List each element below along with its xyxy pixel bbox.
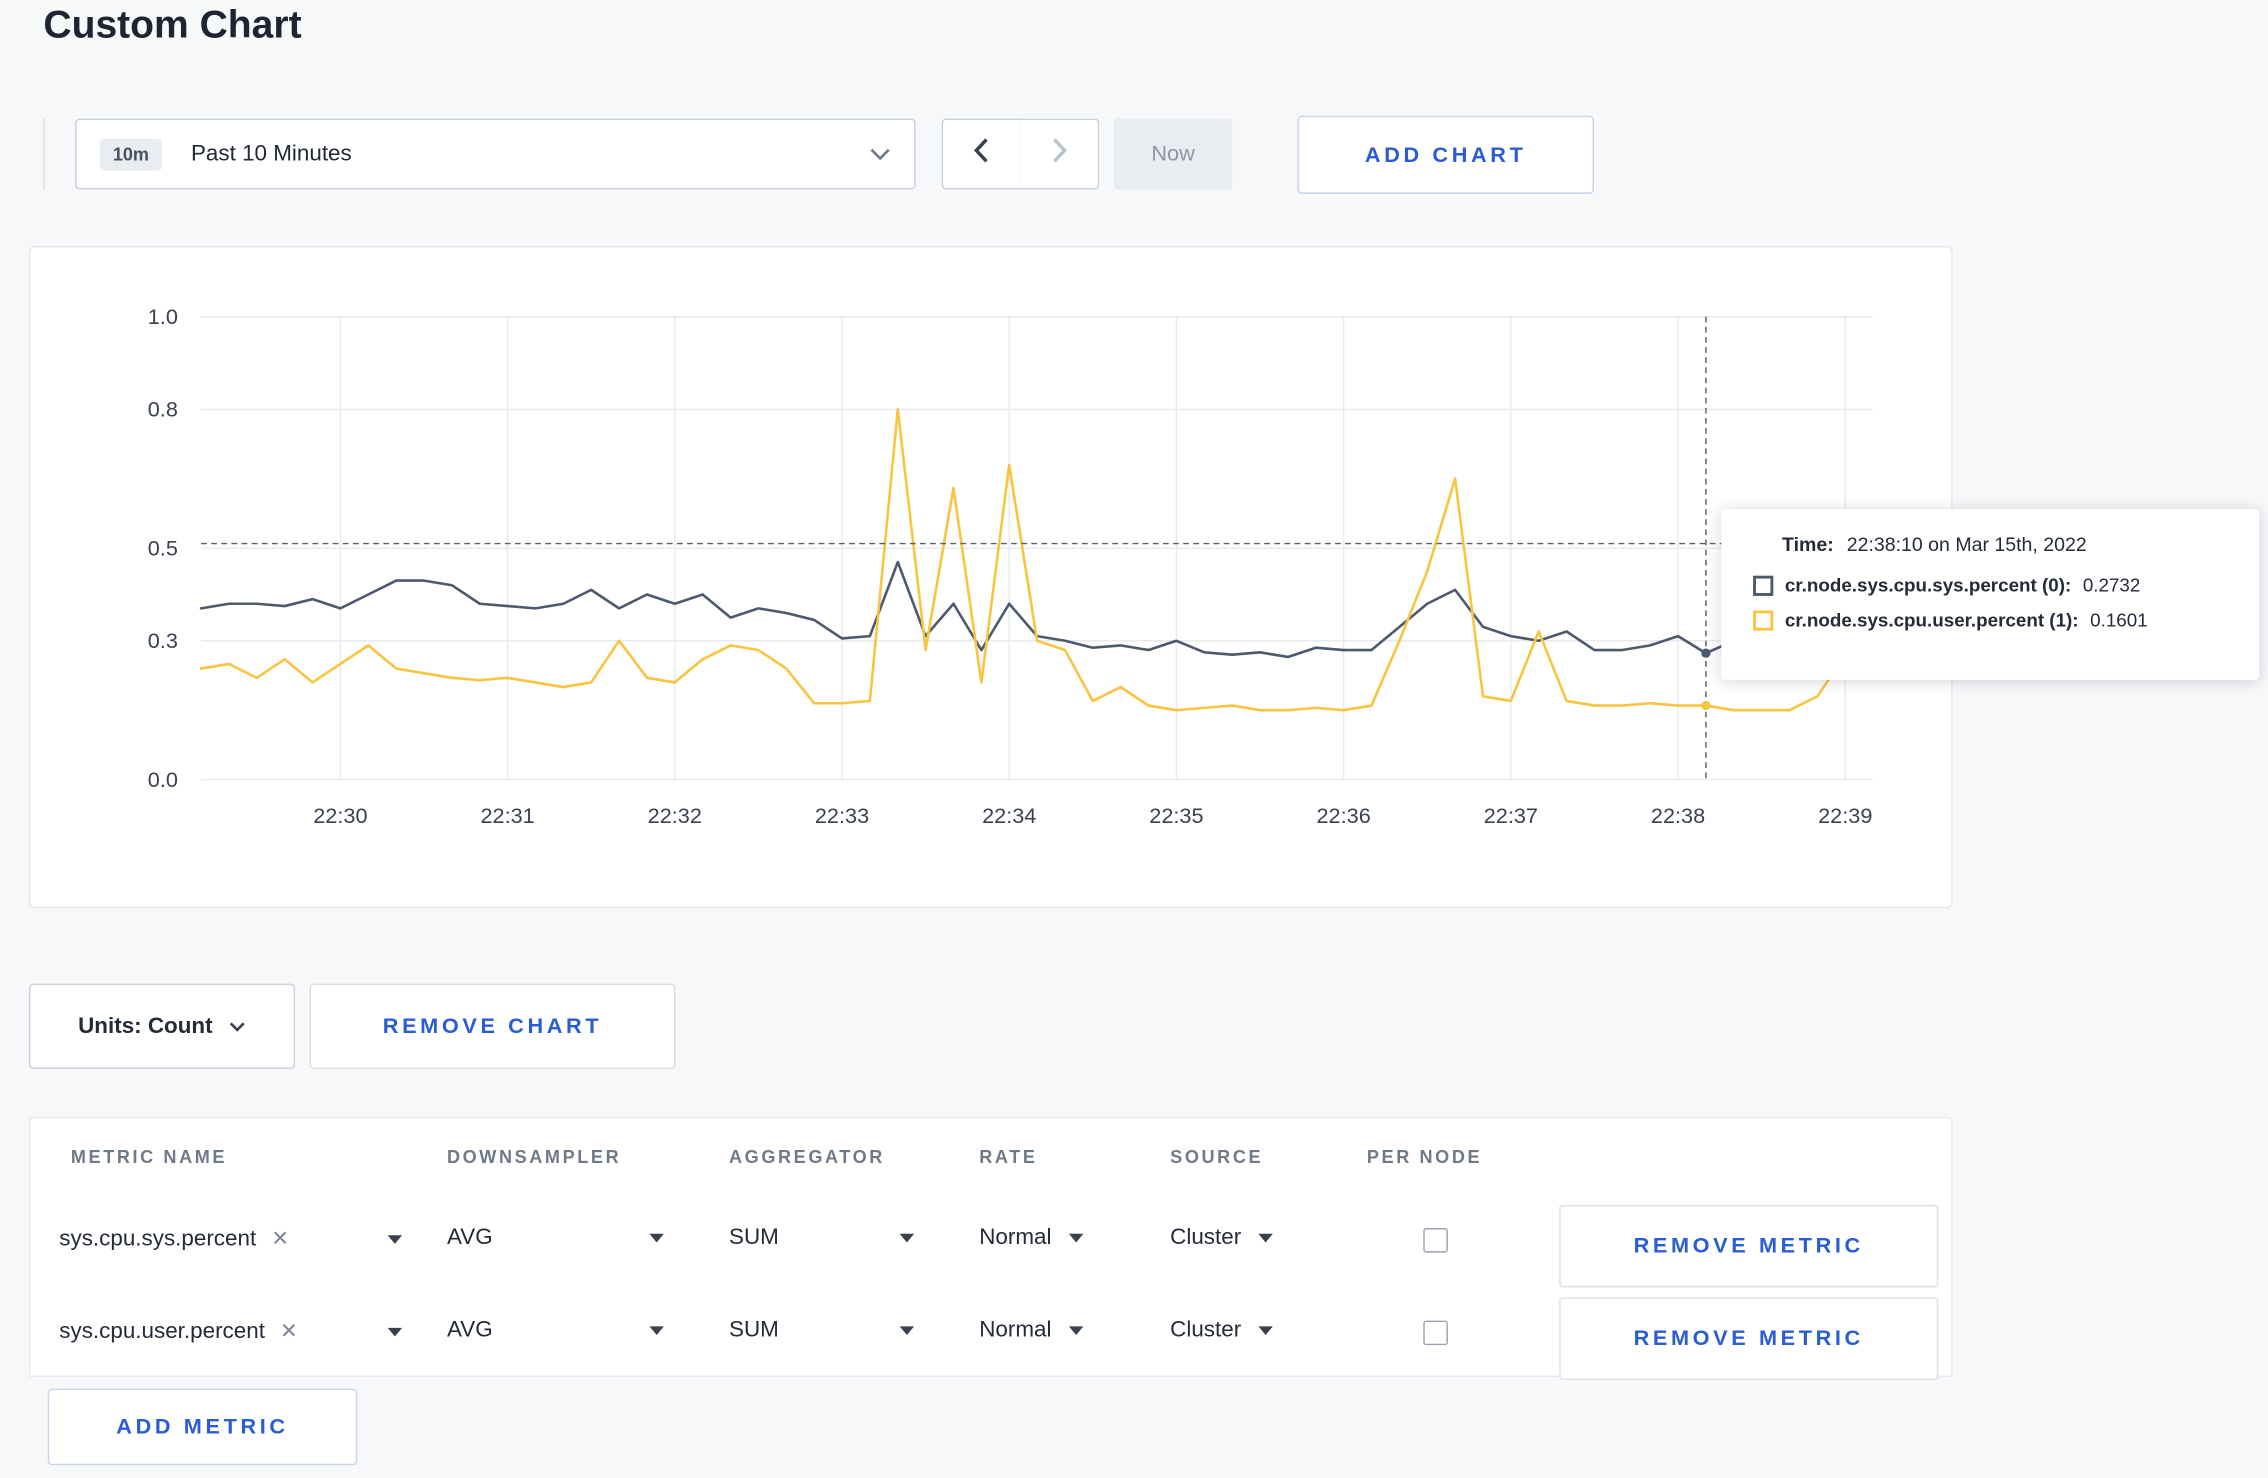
page-title: Custom Chart (43, 2, 302, 47)
next-time-button[interactable] (1019, 118, 1100, 190)
units-select[interactable]: Units: Count (28, 983, 296, 1069)
svg-text:22:31: 22:31 (480, 803, 534, 828)
remove-metric-button[interactable]: REMOVE METRIC (1559, 1297, 1939, 1380)
chevron-down-icon (649, 1233, 664, 1243)
rate-select[interactable]: Normal (979, 1225, 1084, 1251)
chart-tooltip: Time: 22:38:10 on Mar 15th, 2022 cr.node.… (1721, 509, 2260, 680)
time-range-label: Past 10 Minutes (190, 141, 352, 166)
metric-name-select[interactable]: sys.cpu.user.percent × (59, 1318, 421, 1345)
column-header-metric-name: METRIC NAME (70, 1147, 228, 1168)
source-select[interactable]: Cluster (1170, 1317, 1274, 1344)
aggregator-select[interactable]: SUM (729, 1317, 915, 1344)
tooltip-series-value: 0.1601 (2090, 608, 2148, 631)
metric-name-value: sys.cpu.user.percent (59, 1318, 265, 1344)
chevron-down-icon (1068, 1326, 1084, 1336)
tooltip-time-row: Time: 22:38:10 on Mar 15th, 2022 (1782, 534, 2239, 556)
chevron-down-icon (1068, 1233, 1084, 1243)
source-value: Cluster (1170, 1225, 1242, 1250)
source-select[interactable]: Cluster (1170, 1225, 1274, 1251)
column-header-downsampler: DOWNSAMPLER (446, 1147, 622, 1168)
chevron-down-icon (899, 1233, 915, 1243)
aggregator-value: SUM (729, 1225, 779, 1250)
chevron-down-icon (869, 141, 891, 167)
tooltip-time-label: Time: (1782, 533, 1834, 556)
chevron-down-icon (387, 1234, 403, 1244)
tooltip-time-value: 22:38:10 on Mar 15th, 2022 (1846, 533, 2087, 556)
metric-name-value: sys.cpu.sys.percent (59, 1225, 257, 1251)
tooltip-series-row: cr.node.sys.cpu.user.percent (1): 0.1601 (1753, 609, 2239, 631)
chevron-down-icon (649, 1326, 664, 1336)
svg-text:0.0: 0.0 (148, 767, 178, 792)
chart-card: 0.0 0.3 0.5 0.8 1.0 22:30 22:31 22:32 22:33 22:34… (28, 245, 1953, 909)
svg-text:0.8: 0.8 (148, 397, 178, 422)
chevron-down-icon (1258, 1326, 1274, 1336)
metrics-table: METRIC NAME DOWNSAMPLER AGGREGATOR RATE … (28, 1116, 1953, 1380)
aggregator-value: SUM (729, 1317, 779, 1343)
series-swatch-icon (1753, 574, 1774, 596)
column-header-source: SOURCE (1170, 1147, 1264, 1168)
tooltip-series-label: cr.node.sys.cpu.sys.percent (0): (1784, 574, 2072, 596)
clear-icon[interactable]: × (272, 1225, 288, 1252)
cpu-line-chart[interactable]: 0.0 0.3 0.5 0.8 1.0 22:30 22:31 22:32 22:33 22:34… (30, 247, 1951, 907)
now-button[interactable]: Now (1113, 118, 1233, 190)
column-header-per-node: PER NODE (1366, 1147, 1483, 1168)
svg-text:22:34: 22:34 (982, 803, 1036, 828)
time-range-badge: 10m (99, 138, 163, 170)
prev-time-button[interactable] (941, 118, 1022, 190)
downsampler-value: AVG (446, 1225, 493, 1250)
rate-value: Normal (979, 1225, 1052, 1250)
svg-text:22:36: 22:36 (1316, 803, 1370, 828)
chevron-down-icon (1258, 1233, 1274, 1243)
svg-text:22:38: 22:38 (1651, 803, 1705, 828)
chevron-right-icon (1051, 137, 1067, 170)
toolbar-divider (43, 118, 45, 190)
remove-chart-button[interactable]: REMOVE CHART (309, 983, 676, 1069)
svg-text:22:39: 22:39 (1818, 803, 1872, 828)
series-swatch-icon (1753, 609, 1774, 630)
time-range-select[interactable]: 10m Past 10 Minutes (75, 118, 916, 190)
per-node-checkbox[interactable] (1423, 1320, 1448, 1346)
chevron-left-icon (973, 137, 989, 170)
chevron-down-icon (387, 1327, 403, 1336)
remove-metric-button[interactable]: REMOVE METRIC (1559, 1204, 1939, 1288)
svg-text:1.0: 1.0 (148, 304, 178, 329)
add-metric-button[interactable]: ADD METRIC (47, 1388, 358, 1466)
source-value: Cluster (1170, 1317, 1242, 1343)
tooltip-series-row: cr.node.sys.cpu.sys.percent (0): 0.2732 (1753, 574, 2239, 596)
column-header-aggregator: AGGREGATOR (729, 1147, 885, 1168)
svg-text:0.3: 0.3 (148, 628, 178, 653)
chevron-down-icon (229, 1013, 246, 1039)
per-node-checkbox[interactable] (1423, 1228, 1448, 1253)
svg-text:0.5: 0.5 (148, 535, 178, 560)
rate-select[interactable]: Normal (979, 1317, 1084, 1344)
table-row: sys.cpu.sys.percent × AVG SUM Normal Clu… (30, 1204, 1951, 1288)
downsampler-select[interactable]: AVG (447, 1318, 664, 1344)
svg-text:22:33: 22:33 (815, 803, 869, 828)
column-header-rate: RATE (979, 1147, 1038, 1168)
units-label: Units: Count (78, 1013, 213, 1038)
table-row: sys.cpu.user.percent × AVG SUM Normal Cl… (30, 1297, 1951, 1380)
svg-text:22:30: 22:30 (313, 803, 367, 828)
metric-name-select[interactable]: sys.cpu.sys.percent × (59, 1225, 421, 1253)
downsampler-select[interactable]: AVG (447, 1225, 664, 1251)
svg-text:22:37: 22:37 (1484, 803, 1538, 828)
svg-text:22:32: 22:32 (648, 803, 702, 828)
clear-icon[interactable]: × (281, 1318, 297, 1345)
svg-text:22:35: 22:35 (1149, 803, 1203, 828)
tooltip-series-value: 0.2732 (2082, 574, 2141, 596)
rate-value: Normal (979, 1317, 1052, 1343)
aggregator-select[interactable]: SUM (729, 1225, 915, 1251)
downsampler-value: AVG (446, 1317, 493, 1343)
chevron-down-icon (899, 1326, 915, 1336)
tooltip-series-label: cr.node.sys.cpu.user.percent (1): (1784, 608, 2079, 631)
add-chart-button[interactable]: ADD CHART (1297, 115, 1594, 194)
